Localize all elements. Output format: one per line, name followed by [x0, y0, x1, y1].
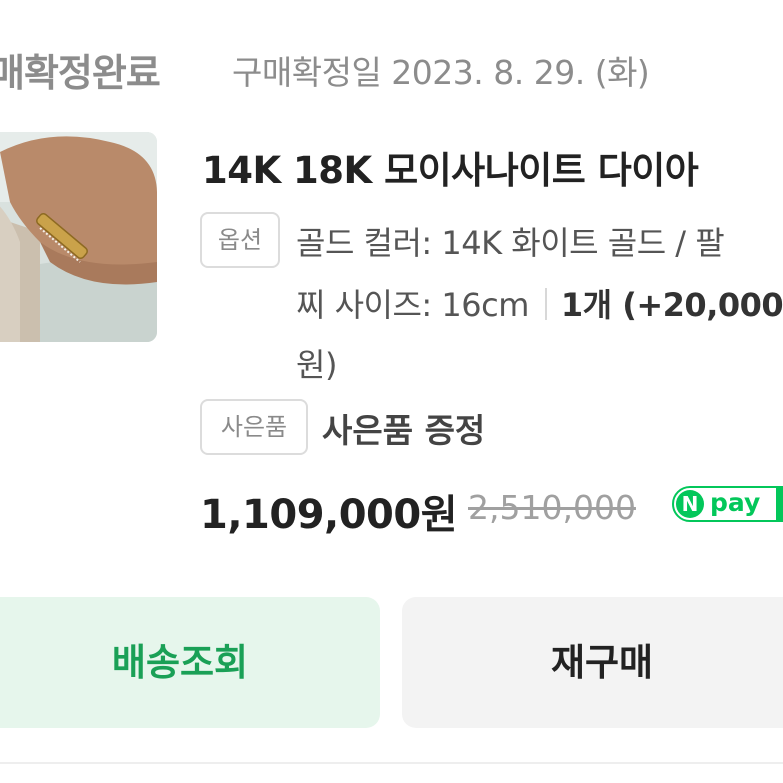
- npay-label: pay: [710, 488, 761, 517]
- gift-tag: 사은품: [200, 399, 308, 455]
- purchase-confirm-date: 구매확정일 2023. 8. 29. (화): [232, 53, 650, 92]
- option-size: 찌 사이즈: 16cm: [296, 286, 529, 324]
- npay-badge: N pay: [672, 486, 783, 522]
- npay-badge-edge: [776, 486, 783, 522]
- order-status-row: 매확정완료 구매확정일 2023. 8. 29. (화): [0, 38, 783, 98]
- track-delivery-button[interactable]: 배송조회: [0, 597, 380, 728]
- rebuy-button[interactable]: 재구매: [402, 597, 783, 728]
- option-detail-line-2: 찌 사이즈: 16cm 1개 (+20,000: [296, 280, 783, 326]
- order-status-title: 매확정완료: [0, 51, 161, 95]
- sale-price: 1,109,000원: [200, 492, 458, 538]
- option-tag: 옵션: [200, 212, 280, 268]
- option-detail-line-3: 원): [296, 346, 337, 384]
- product-name[interactable]: 14K 18K 모이사나이트 다이아: [202, 140, 699, 194]
- option-detail-line-1: 골드 컬러: 14K 화이트 골드 / 팔: [296, 224, 725, 262]
- gift-text: 사은품 증정: [322, 411, 486, 450]
- bracelet-photo: [0, 132, 157, 342]
- option-quantity: 1개 (+20,000: [560, 286, 783, 324]
- product-thumbnail[interactable]: [0, 132, 157, 342]
- original-price: 2,510,000: [468, 488, 636, 527]
- section-divider: [0, 762, 783, 764]
- npay-logo-icon: N: [676, 490, 704, 518]
- option-divider: [544, 288, 547, 320]
